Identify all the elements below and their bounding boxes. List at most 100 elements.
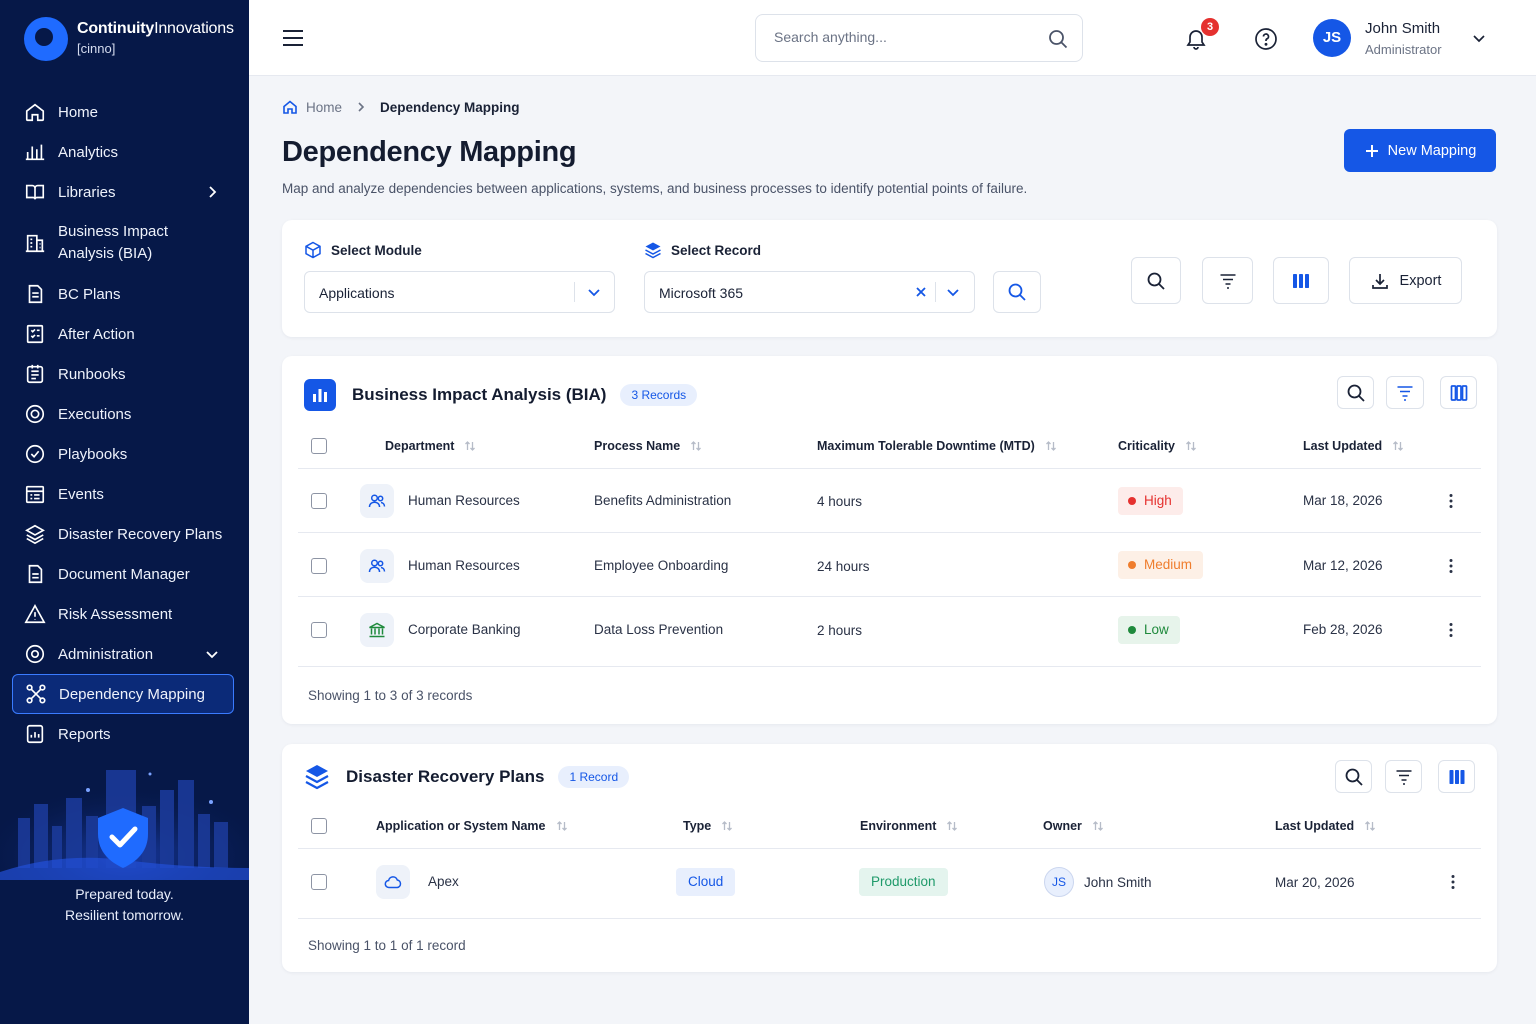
sidebar-item-bia[interactable]: Business Impact Analysis (BIA) [12, 212, 234, 274]
bank-icon [360, 613, 394, 647]
menu-icon[interactable] [282, 28, 304, 48]
col-last-updated[interactable]: Last Updated [1303, 439, 1404, 453]
search-box[interactable] [755, 14, 1083, 62]
export-button[interactable]: Export [1349, 257, 1462, 304]
columns-button[interactable] [1273, 257, 1329, 304]
more-options-icon[interactable] [1443, 558, 1459, 574]
bia-filter-button[interactable] [1386, 376, 1424, 409]
search-icon[interactable] [1048, 29, 1068, 49]
drp-filter-button[interactable] [1385, 760, 1422, 793]
filter-icon [1397, 385, 1413, 401]
building-icon [25, 234, 45, 253]
more-options-icon[interactable] [1445, 874, 1461, 890]
sort-icon[interactable] [946, 820, 958, 832]
sort-icon[interactable] [1185, 440, 1197, 452]
sidebar-item-home[interactable]: Home [12, 92, 234, 132]
col-application-name[interactable]: Application or System Name [376, 819, 568, 833]
clear-icon[interactable] [913, 284, 929, 300]
home-icon[interactable] [282, 99, 298, 115]
sidebar-item-after-action[interactable]: After Action [12, 314, 234, 354]
sort-icon[interactable] [556, 820, 568, 832]
chevron-down-icon [206, 651, 218, 659]
cell-application-name[interactable]: Apex [428, 874, 459, 889]
sort-icon[interactable] [1092, 820, 1104, 832]
new-mapping-label: New Mapping [1387, 142, 1477, 159]
search-button[interactable] [1131, 257, 1181, 304]
sidebar-item-libraries[interactable]: Libraries [12, 172, 234, 212]
sort-icon[interactable] [721, 820, 733, 832]
col-criticality[interactable]: Criticality [1118, 439, 1197, 453]
sort-icon[interactable] [1045, 440, 1057, 452]
sort-icon[interactable] [1364, 820, 1376, 832]
bia-columns-button[interactable] [1440, 376, 1477, 409]
sidebar-item-document-manager[interactable]: Document Manager [12, 554, 234, 594]
record-select-value: Microsoft 365 [659, 285, 744, 301]
sidebar-item-label: Dependency Mapping [59, 685, 205, 703]
search-icon [1147, 272, 1165, 290]
sidebar-item-analytics[interactable]: Analytics [12, 132, 234, 172]
sort-icon[interactable] [464, 440, 476, 452]
cell-mtd: 24 hours [817, 559, 870, 574]
export-label: Export [1399, 272, 1442, 289]
row-checkbox[interactable] [311, 558, 327, 574]
row-checkbox[interactable] [311, 874, 327, 890]
sidebar-item-drp[interactable]: Disaster Recovery Plans [12, 514, 234, 554]
sidebar-item-bc-plans[interactable]: BC Plans [12, 274, 234, 314]
brand-name: ContinuityInnovations [77, 20, 234, 37]
sort-icon[interactable] [1392, 440, 1404, 452]
row-checkbox[interactable] [311, 622, 327, 638]
sidebar-item-reports[interactable]: Reports [12, 714, 234, 754]
sidebar-item-administration[interactable]: Administration [12, 634, 234, 674]
page-subtitle: Map and analyze dependencies between app… [282, 181, 1028, 196]
tagline-line-2: Resilient tomorrow. [64, 907, 185, 923]
brand[interactable]: ContinuityInnovations [cinno] [24, 17, 234, 61]
sidebar-item-label: Disaster Recovery Plans [58, 525, 223, 543]
drp-columns-button[interactable] [1438, 760, 1475, 793]
col-department[interactable]: Department [385, 439, 476, 453]
sidebar-item-label: Reports [58, 725, 111, 743]
col-owner[interactable]: Owner [1043, 819, 1104, 833]
col-mtd[interactable]: Maximum Tolerable Downtime (MTD) [817, 439, 1057, 453]
select-all-checkbox[interactable] [311, 438, 327, 454]
chevron-down-icon[interactable] [945, 284, 961, 300]
record-search-button[interactable] [993, 271, 1041, 313]
col-type[interactable]: Type [683, 819, 733, 833]
col-process-name[interactable]: Process Name [594, 439, 702, 453]
select-all-checkbox[interactable] [311, 818, 327, 834]
search-input[interactable] [774, 29, 1034, 45]
sidebar-item-dependency-mapping[interactable]: Dependency Mapping [12, 674, 234, 714]
sidebar-item-executions[interactable]: Executions [12, 394, 234, 434]
user-name[interactable]: John Smith [1365, 20, 1440, 37]
filter-icon [1220, 273, 1235, 289]
file-icon [28, 564, 43, 584]
sort-icon[interactable] [690, 440, 702, 452]
row-checkbox[interactable] [311, 493, 327, 509]
sidebar-tagline: Prepared today. Resilient tomorrow. [0, 884, 249, 926]
col-last-updated[interactable]: Last Updated [1275, 819, 1376, 833]
settings-icon [25, 644, 45, 664]
chevron-down-icon[interactable] [586, 284, 602, 300]
sidebar-item-events[interactable]: Events [12, 474, 234, 514]
chevron-right-icon [358, 102, 365, 112]
cell-department: Human Resources [408, 558, 520, 573]
chevron-down-icon[interactable] [1471, 30, 1487, 46]
criticality-badge-low: Low [1118, 616, 1180, 644]
col-environment[interactable]: Environment [860, 819, 958, 833]
record-select[interactable]: Microsoft 365 [644, 271, 975, 313]
drp-search-button[interactable] [1335, 760, 1372, 793]
more-options-icon[interactable] [1443, 622, 1459, 638]
user-avatar[interactable]: JS [1313, 19, 1351, 57]
filter-button[interactable] [1202, 257, 1253, 304]
sidebar-item-risk-assessment[interactable]: Risk Assessment [12, 594, 234, 634]
book-icon [25, 184, 45, 200]
sidebar-item-playbooks[interactable]: Playbooks [12, 434, 234, 474]
bia-search-button[interactable] [1337, 376, 1374, 409]
help-icon[interactable] [1254, 27, 1278, 51]
cell-process: Data Loss Prevention [594, 622, 724, 637]
module-select[interactable]: Applications [304, 271, 615, 313]
more-options-icon[interactable] [1443, 493, 1459, 509]
sidebar-item-label: Executions [58, 405, 132, 423]
sidebar-item-runbooks[interactable]: Runbooks [12, 354, 234, 394]
breadcrumb-home[interactable]: Home [306, 100, 342, 115]
new-mapping-button[interactable]: New Mapping [1344, 129, 1496, 172]
